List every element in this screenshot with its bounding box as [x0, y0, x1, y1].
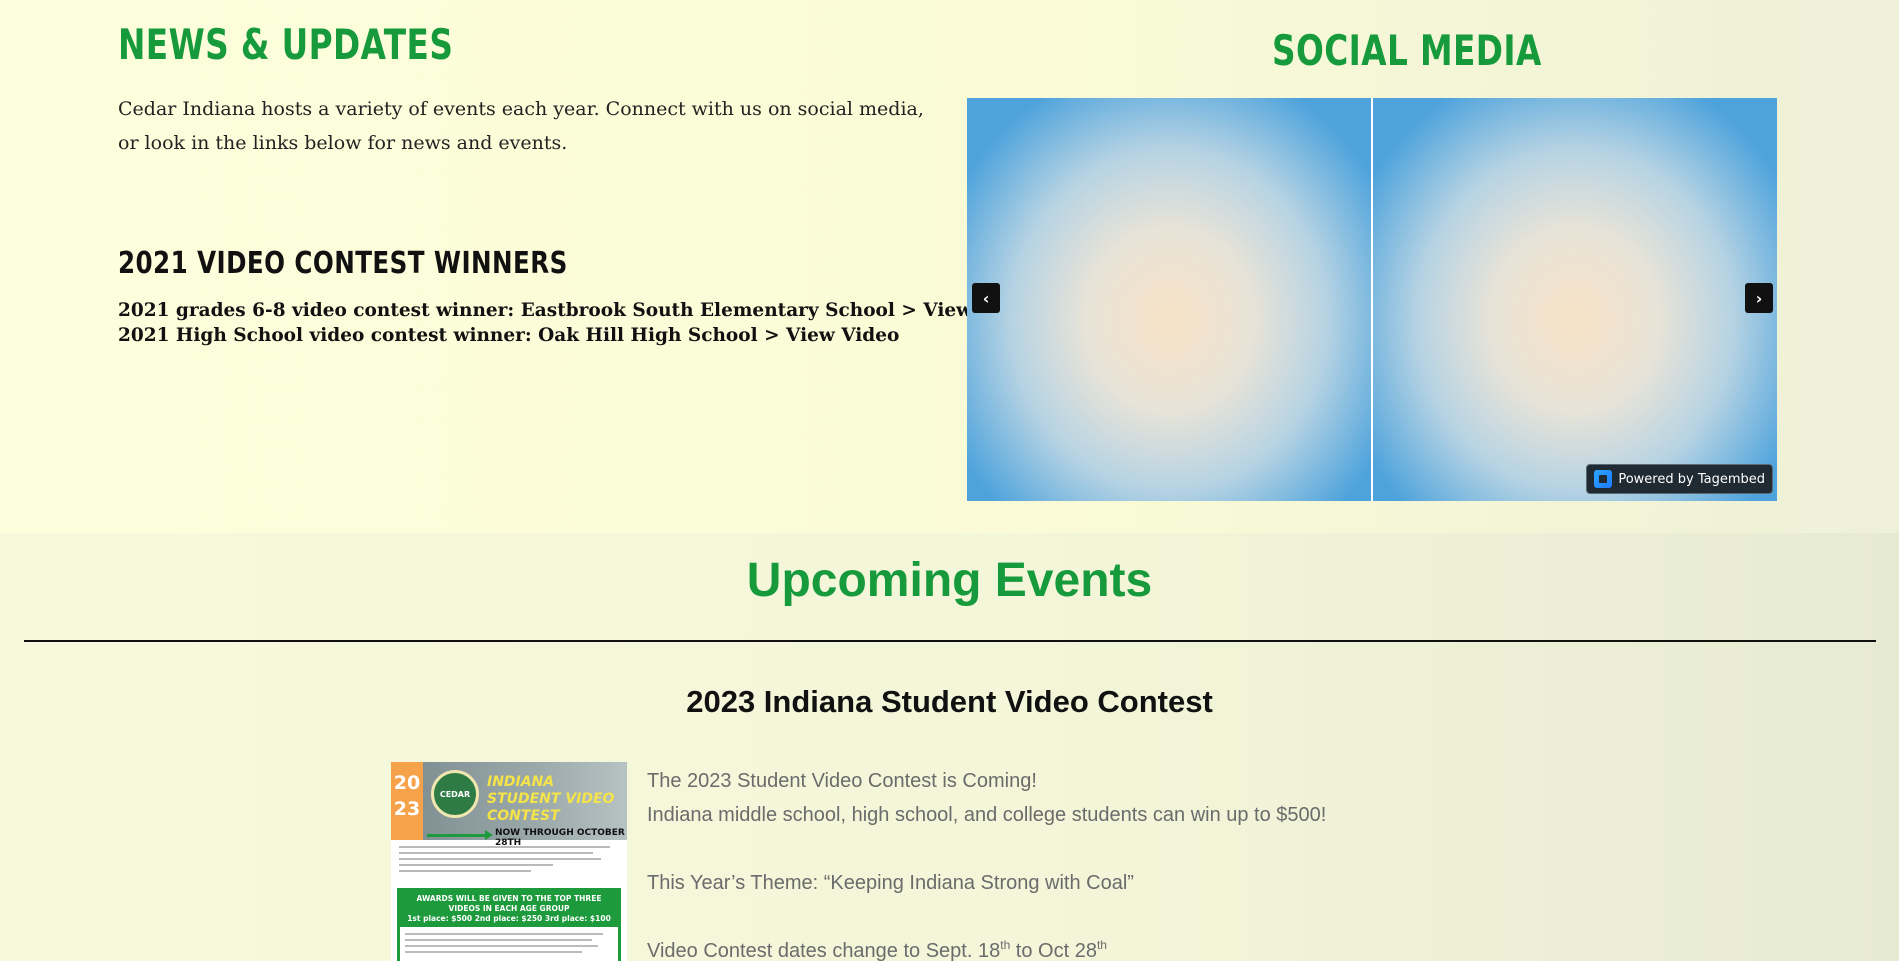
flyer-body-text [399, 846, 619, 876]
social-post-image[interactable] [967, 98, 1371, 501]
social-post-image[interactable] [1373, 98, 1777, 501]
social-media-heading: Social Media [1272, 26, 1542, 75]
flyer-date: NOW THROUGH OCTOBER 28TH [495, 828, 625, 848]
flyer-awards-heading: AWARDS WILL BE GIVEN TO THE TOP THREE VI… [400, 891, 618, 927]
flyer-title: Indiana Student Video Contest [487, 774, 615, 824]
news-body-text: Cedar Indiana hosts a variety of events … [118, 98, 924, 154]
awards-prizes-text: 1st place: $500 2nd place: $250 3rd plac… [407, 914, 611, 923]
flyer-year: 20 23 [391, 762, 423, 840]
event-dates-line: Video Contest dates change to Sept. 18th… [647, 934, 1407, 961]
dates-sup: th [1000, 938, 1011, 952]
winner-text: 2021 grades 6-8 video contest winner: Ea… [118, 300, 902, 321]
flyer-awards-text [400, 927, 618, 961]
dates-sup: th [1096, 938, 1107, 952]
cedar-seal-logo: CEDAR [431, 770, 479, 818]
flyer-awards-box: AWARDS WILL BE GIVEN TO THE TOP THREE VI… [397, 888, 621, 961]
chevron-left-icon: ‹ [982, 288, 990, 308]
contest-flyer-image[interactable]: 20 23 CEDAR Indiana Student Video Contes… [391, 762, 627, 961]
social-feed-carousel[interactable]: ‹ › Powered by Tagembed [967, 98, 1777, 501]
carousel-prev-button[interactable]: ‹ [972, 283, 1000, 313]
section-divider [24, 640, 1876, 642]
event-theme-line: This Year’s Theme: “Keeping Indiana Stro… [647, 872, 1134, 894]
flyer-year-top: 20 [393, 772, 421, 794]
news-heading: News & Updates [118, 20, 454, 69]
event-title: 2023 Indiana Student Video Contest [686, 684, 1213, 719]
awards-heading-text: AWARDS WILL BE GIVEN TO THE TOP THREE VI… [416, 894, 602, 913]
event-line: Indiana middle school, high school, and … [647, 804, 1327, 826]
tagembed-logo-icon [1594, 470, 1613, 488]
chevron-right-icon: › [1755, 288, 1763, 308]
seal-text: CEDAR [439, 789, 471, 799]
winners-heading: 2021 Video Contest Winners [118, 246, 568, 281]
dates-text: Video Contest dates change to Sept. 18 [647, 940, 1001, 961]
winner-line: 2021 High School video contest winner: O… [118, 325, 899, 346]
arrow-right-icon [427, 830, 493, 840]
news-social-section: News & Updates Cedar Indiana hosts a var… [0, 0, 1899, 533]
carousel-next-button[interactable]: › [1745, 283, 1773, 313]
winner-line: 2021 grades 6-8 video contest winner: Ea… [118, 300, 1037, 321]
flyer-year-bottom: 23 [393, 798, 421, 820]
winner-text: 2021 High School video contest winner: O… [118, 325, 765, 346]
event-description: The 2023 Student Video Contest is Coming… [647, 764, 1407, 961]
event-line: The 2023 Student Video Contest is Coming… [647, 770, 1037, 792]
view-video-link[interactable]: > View Video [764, 325, 899, 346]
powered-by-tagembed-badge[interactable]: Powered by Tagembed [1586, 464, 1773, 494]
dates-text: to Oct 28 [1010, 940, 1097, 961]
powered-by-label: Powered by Tagembed [1618, 471, 1765, 487]
upcoming-events-heading: Upcoming Events [746, 554, 1153, 607]
